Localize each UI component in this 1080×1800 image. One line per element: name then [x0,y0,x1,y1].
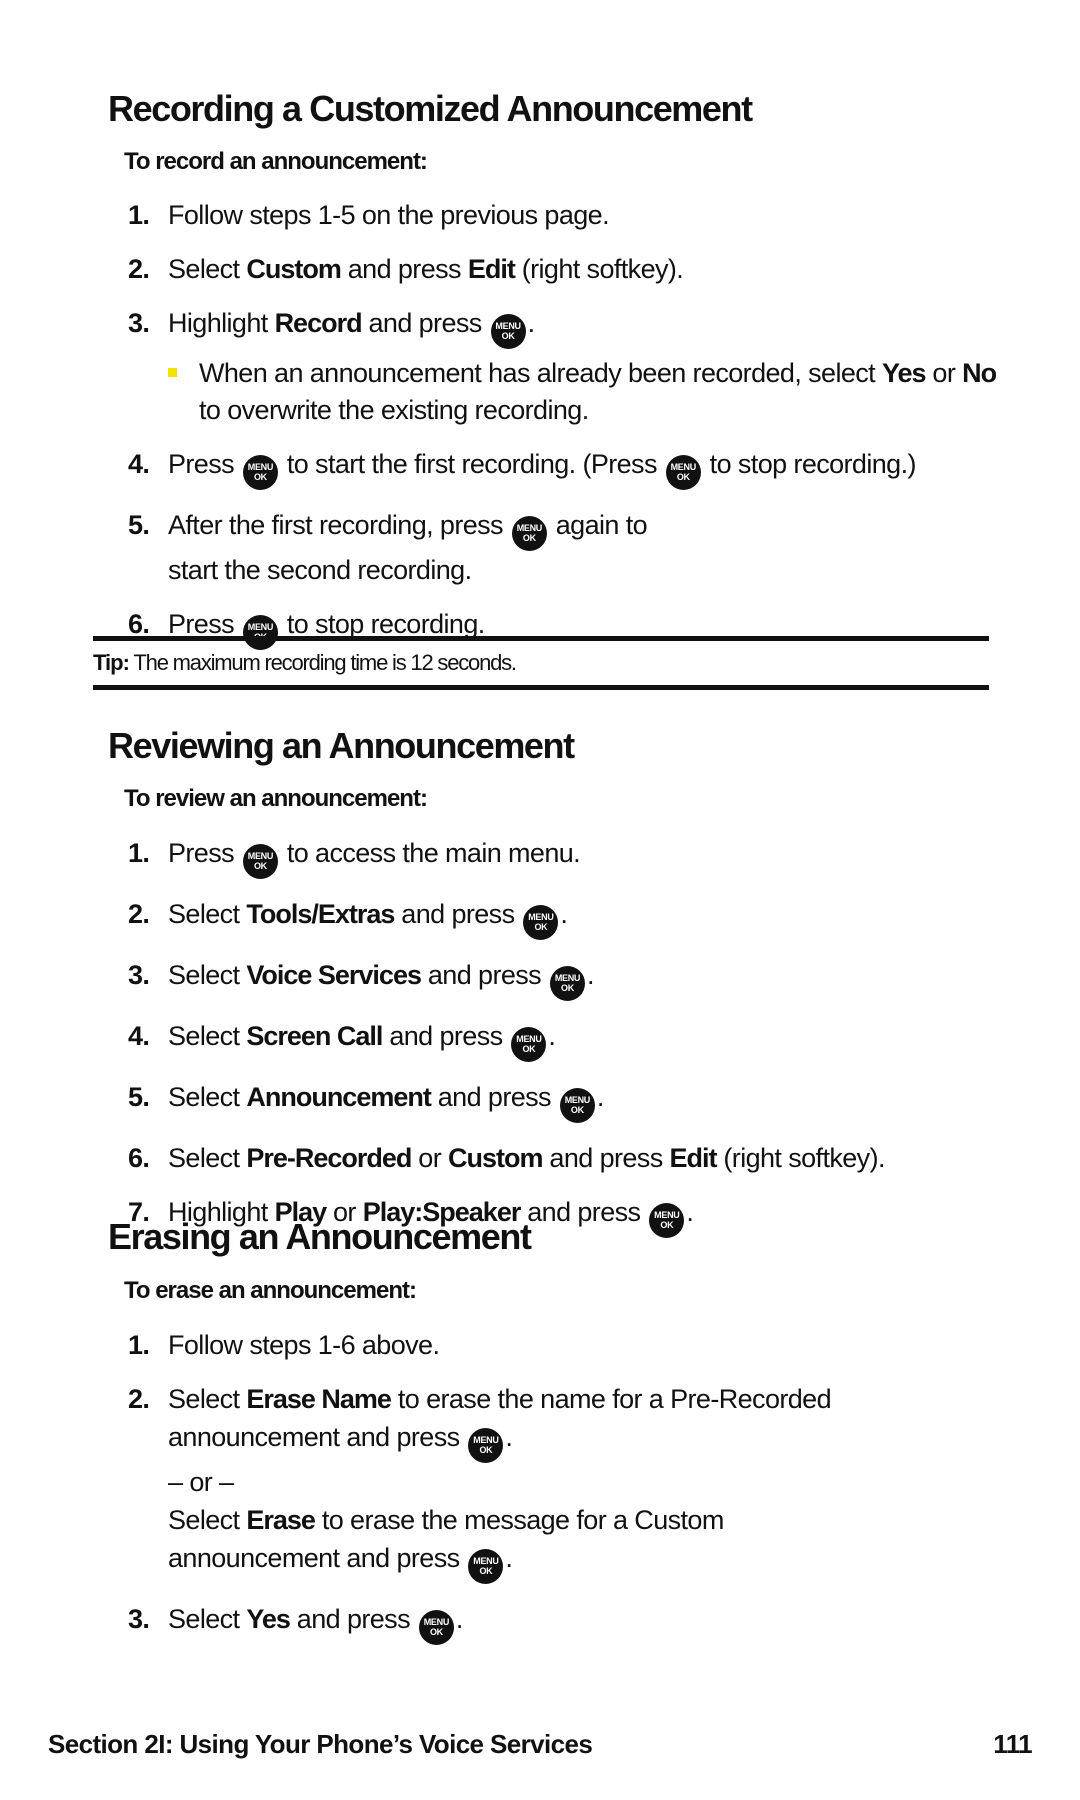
menu-ok-icon: MENU OK [242,844,278,879]
menu-ok-icon: MENU OK [468,1428,504,1463]
menu-ok-icon: MENU OK [490,314,526,349]
list-item: 1. Follow steps 1-5 on the previous page… [128,200,610,230]
subhead-review: To review an announcement: [124,785,428,812]
menu-ok-icon: MENU OK [665,455,701,490]
menu-ok-icon: MENU OK [511,516,547,551]
list-item: 6. Select Pre-Recorded or Custom and pre… [128,1143,885,1173]
manual-page: Recording a Customized Announcement To r… [0,0,1080,1800]
footer-section-title: Section 2I: Using Your Phone’s Voice Ser… [48,1729,593,1759]
list-item: 1. Press MENU OK to access the main menu. [128,834,1020,879]
list-item: 2. Select Custom and press Edit (right s… [128,254,684,284]
list-item: 3. Select Yes and press MENU OK. [128,1600,1020,1645]
review-steps: 1. Press MENU OK to access the main menu.… [128,834,1020,1254]
list-item: 4. Press MENU OK to start the first recor… [128,445,1020,490]
tip-box: Tip: The maximum recording time is 12 se… [93,636,989,690]
menu-ok-icon: MENU OK [418,1610,454,1645]
menu-ok-icon: MENU OK [242,455,278,490]
list-item: 2. Select Tools/Extras and press MENU OK. [128,895,1020,940]
erase-steps: 1. Follow steps 1-6 above. 2. Select Era… [128,1326,1020,1661]
list-item: 5. Select Announcement and press MENU OK. [128,1078,1020,1123]
menu-ok-icon: MENU OK [523,905,559,940]
list-item: 3. Select Voice Services and press MENU O… [128,956,1020,1001]
menu-ok-icon: MENU OK [649,1203,685,1238]
list-item: 4. Select Screen Call and press MENU OK. [128,1017,1020,1062]
page-footer: Section 2I: Using Your Phone’s Voice Ser… [48,1729,1033,1760]
list-item: 5. After the first recording, press MENU… [128,510,648,585]
sub-bullet: When an announcement has already been re… [168,355,1020,429]
or-separator: – or – [168,1467,234,1497]
tip-text: The maximum recording time is 12 seconds… [128,650,517,675]
list-item: 2. Select Erase Name to erase the name f… [128,1380,1020,1584]
menu-ok-icon: MENU OK [511,1027,547,1062]
subhead-erase: To erase an announcement: [124,1277,417,1304]
bullet-square-icon [168,368,177,377]
section-title-erasing: Erasing an Announcement [108,1216,532,1257]
page-number: 111 [993,1729,1032,1759]
tip-label: Tip: [93,650,130,675]
menu-ok-icon: MENU OK [559,1088,595,1123]
menu-ok-icon: MENU OK [468,1549,504,1584]
list-item: 3. Highlight Record and press MENU OK. Wh… [128,304,1020,429]
section-title-recording: Recording a Customized Announcement [108,88,753,129]
menu-ok-icon: MENU OK [549,966,585,1001]
subhead-record: To record an announcement: [124,148,428,175]
list-item: 1. Follow steps 1-6 above. [128,1330,440,1360]
record-steps: 1. Follow steps 1-5 on the previous page… [128,196,1020,666]
section-title-reviewing: Reviewing an Announcement [108,725,575,766]
